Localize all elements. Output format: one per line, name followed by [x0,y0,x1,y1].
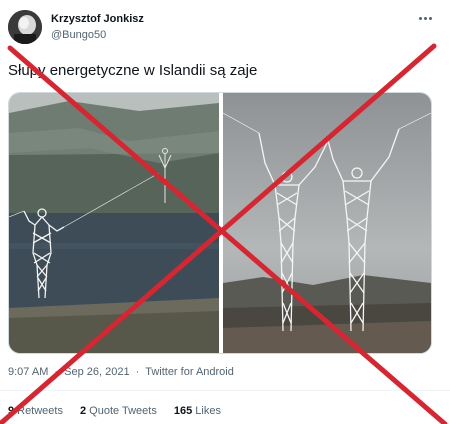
tweet-time[interactable]: 9:07 AM [8,366,48,378]
quotes-count: 2 [80,405,87,417]
quotes-stat[interactable]: 2 Quote Tweets [80,405,157,417]
more-options-button[interactable] [414,10,436,26]
meta-separator: · [54,366,59,378]
quotes-label: Quote Tweets [89,405,157,417]
tweet-source[interactable]: Twitter for Android [145,366,234,378]
tweet: Krzysztof Jonkisz @Bungo50 Słupy energet… [0,0,450,424]
likes-stat[interactable]: 165 Likes [174,405,221,417]
author-handle[interactable]: @Bungo50 [51,29,106,41]
likes-label: Likes [195,405,221,417]
retweets-count: 9 [8,405,15,417]
divider [0,390,450,391]
tweet-date[interactable]: Sep 26, 2021 [64,366,129,378]
tweet-text: Słupy energetyczne w Islandii są zaje [8,62,258,79]
media-photo-left[interactable] [9,93,219,353]
more-dots-icon [418,16,432,20]
likes-count: 165 [173,405,193,417]
tweet-stats: 9 Retweets 2 Quote Tweets 165 Likes [8,405,235,417]
retweets-stat[interactable]: 9 Retweets [8,405,63,417]
media-photo-right[interactable] [222,93,431,353]
meta-separator-2: · [135,366,140,378]
tweet-meta: 9:07 AM · Sep 26, 2021 · Twitter for And… [8,366,237,378]
tweet-media[interactable] [8,92,432,354]
avatar[interactable] [8,10,42,44]
author-name[interactable]: Krzysztof Jonkisz [51,13,144,25]
retweets-label: Retweets [17,405,63,417]
